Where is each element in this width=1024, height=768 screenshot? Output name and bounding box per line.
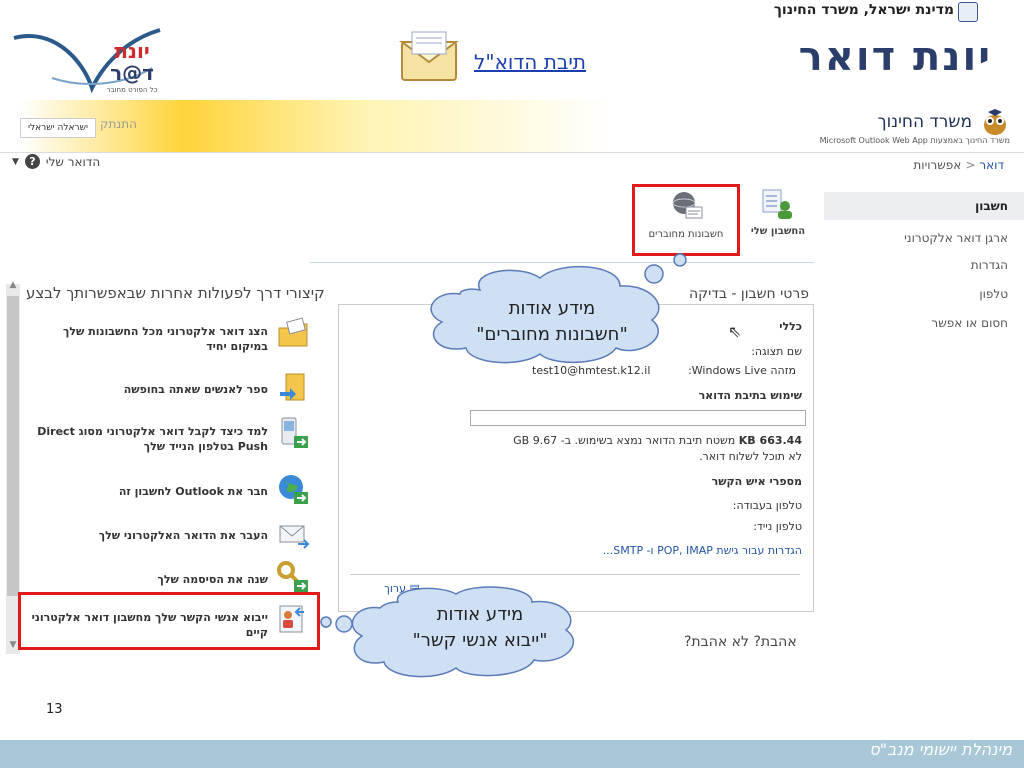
account-icon — [762, 189, 792, 219]
logo-tagline: כל הפורט מחובר — [107, 86, 158, 94]
footer-text: מינהלת יישומי מנב"ס — [869, 740, 1012, 759]
page-number: 13 — [46, 702, 63, 717]
mobile-phone-icon — [281, 417, 308, 448]
import-callout-line1: מידע אודות — [436, 604, 524, 625]
globe-icon — [279, 475, 308, 504]
user-name-box: ישראלה ישראלי — [20, 118, 96, 138]
nav-item-block-allow[interactable]: חסום או אפשר — [931, 316, 1008, 330]
my-mail-bar[interactable]: הדואר שלי ? ▼ — [12, 154, 100, 169]
gov-line: מדינת ישראל, משרד החינוך — [773, 2, 954, 18]
cannot-send-text: לא תוכל לשלוח דואר. — [699, 450, 802, 463]
owl-icon — [984, 109, 1006, 135]
out-of-office-icon — [280, 373, 305, 401]
scroll-up-arrow-icon[interactable]: ▲ — [6, 280, 20, 294]
brand-name: משרד החינוך — [877, 112, 972, 132]
tab-linked-accounts-label: חשבונות מחוברים — [648, 229, 724, 240]
logo-line1: יונת — [114, 39, 149, 63]
chevron-down-icon[interactable]: ▼ — [12, 157, 19, 167]
details-title: פרטי חשבון - בדיקה — [689, 286, 809, 302]
pop-imap-settings-link[interactable]: הגדרות עבור גישת POP, IMAP ו- SMTP... — [603, 544, 802, 557]
details-divider — [350, 574, 800, 575]
owa-topbar — [0, 100, 1024, 153]
forward-mail-icon — [279, 525, 310, 549]
usage-text: 663.44 KB משטח תיבת הדואר נמצא בשימוש. ב… — [513, 434, 802, 447]
work-phone-label: טלפון בעבודה: — [732, 499, 802, 512]
logo-line2: ד@ר — [110, 61, 154, 85]
linked-accounts-icon — [672, 192, 703, 219]
shortcut-text: חבר את Outlook לחשבון זה — [118, 485, 268, 498]
breadcrumb: דואר<אפשרויות — [913, 158, 1004, 172]
mobile-phone-label: טלפון נייד: — [753, 520, 802, 533]
import-contacts-highlight — [18, 592, 320, 650]
main-title: יונת דואר — [798, 34, 992, 80]
feedback-title: אהבת? לא אהבת? — [684, 634, 797, 650]
shortcut-text: ספר לאנשים שאתה בחופשה — [123, 383, 268, 396]
breadcrumb-home[interactable]: דואר — [979, 158, 1004, 172]
brand-subtitle: משרד החינוך באמצעות Microsoft Outlook We… — [819, 136, 1010, 145]
key-icon — [277, 561, 308, 592]
breadcrumb-separator: < — [965, 158, 976, 172]
shortcut-text: למד כיצד לקבל דואר אלקטרוני מסוג Direct … — [37, 425, 268, 453]
shortcut-text: שנה את הסיסמה שלך — [157, 573, 268, 586]
envelope-icon — [398, 31, 460, 81]
mailbox-usage-bar — [470, 410, 806, 426]
shortcut-text: העבר את הדואר האלקטרוני שלך — [98, 529, 268, 542]
tab-my-account-label: החשבון שלי — [750, 226, 806, 237]
usage-value: 663.44 KB — [738, 434, 802, 447]
nav-item-phone[interactable]: טלפון — [979, 287, 1008, 301]
usage-description: משטח תיבת הדואר נמצא בשימוש. ב- 9.67 GB — [513, 434, 736, 447]
mouse-cursor-icon: ⇖ — [728, 322, 742, 341]
help-icon[interactable]: ? — [24, 154, 40, 169]
nav-item-settings[interactable]: הגדרות — [971, 258, 1008, 272]
linked-callout-line2: "חשבונות מחוברים" — [476, 324, 628, 345]
linked-callout-line1: מידע אודות — [508, 298, 596, 319]
tab-my-account[interactable]: החשבון שלי — [740, 186, 816, 256]
shortcuts-title: קיצורי דרך לפעולות אחרות שבאפשרותך לבצע — [26, 284, 325, 302]
shortcut-text: הצג דואר אלקטרוני מכל החשבונות שלך במיקו… — [63, 325, 268, 353]
yonat-doar-logo: יונת ד@ר כל הפורט מחובר — [13, 28, 161, 94]
live-id-label: מזהה Windows Live: — [688, 364, 796, 377]
state-emblem-icon — [958, 2, 978, 22]
display-name-label: שם תצוגה: — [751, 345, 802, 358]
nav-item-organize-mail[interactable]: ארגן דואר אלקטרוני — [904, 231, 1008, 245]
inbox-link[interactable]: תיבת הדוא"ל — [474, 50, 586, 74]
logout-link[interactable]: התנתק — [100, 117, 137, 131]
contact-numbers-heading: מספרי איש הקשר — [711, 475, 802, 488]
folder-mail-icon — [278, 317, 308, 347]
breadcrumb-current: אפשרויות — [913, 158, 962, 172]
nav-item-account[interactable]: חשבון — [975, 199, 1008, 213]
my-mail-link[interactable]: הדואר שלי — [46, 155, 100, 169]
scrollbar-thumb[interactable] — [7, 296, 19, 596]
general-heading: כללי — [779, 320, 802, 333]
user-name: ישראלה ישראלי — [28, 123, 88, 133]
mailbox-usage-heading: שימוש בתיבת הדואר — [698, 389, 802, 402]
import-callout-line2: "ייבוא אנשי קשר" — [412, 630, 548, 651]
tab-linked-accounts[interactable]: חשבונות מחוברים — [632, 184, 740, 256]
